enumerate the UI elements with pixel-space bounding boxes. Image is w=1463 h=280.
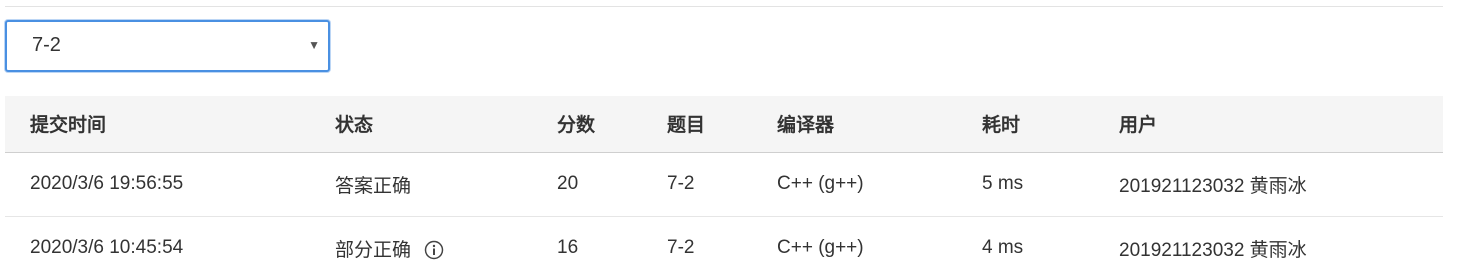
- cell-problem-link[interactable]: 7-2: [642, 152, 752, 216]
- table-row[interactable]: 2020/3/6 19:56:55 答案正确 20 7-2 C++ (g++) …: [5, 152, 1443, 216]
- cell-score[interactable]: 16: [532, 216, 642, 280]
- submissions-page: 7-2 ▼ 提交时间 状态 分数 题目 编译器 耗时 用户 2020/3/6 1…: [0, 0, 1463, 280]
- cell-compiler: C++ (g++): [777, 237, 864, 258]
- info-circle-icon[interactable]: [424, 240, 444, 260]
- table-header-row: 提交时间 状态 分数 题目 编译器 耗时 用户: [5, 96, 1443, 153]
- cell-user: 201921123032 黄雨冰: [1119, 239, 1307, 261]
- status-label[interactable]: 部分正确: [335, 240, 411, 261]
- column-header-compiler[interactable]: 编译器: [752, 96, 957, 153]
- column-header-submit-time[interactable]: 提交时间: [5, 96, 310, 153]
- table-row[interactable]: 2020/3/6 10:45:54 部分正确 16 7-2 C++ (g++) …: [5, 216, 1443, 280]
- cell-score[interactable]: 20: [532, 152, 642, 216]
- problem-select[interactable]: 7-2 ▼: [5, 20, 330, 72]
- cell-submit-time: 2020/3/6 10:45:54: [30, 237, 184, 258]
- cell-time-used: 4 ms: [982, 237, 1024, 258]
- submissions-table: 提交时间 状态 分数 题目 编译器 耗时 用户 2020/3/6 19:56:5…: [5, 96, 1443, 280]
- column-header-status[interactable]: 状态: [310, 96, 532, 153]
- divider: [5, 6, 1443, 7]
- cell-problem-link[interactable]: 7-2: [642, 216, 752, 280]
- problem-select-value: 7-2: [32, 34, 61, 56]
- cell-compiler: C++ (g++): [777, 173, 864, 194]
- cell-user: 201921123032 黄雨冰: [1119, 175, 1307, 197]
- cell-status[interactable]: 答案正确: [310, 152, 532, 216]
- status-label[interactable]: 答案正确: [335, 176, 411, 197]
- column-header-score[interactable]: 分数: [532, 96, 642, 153]
- column-header-time-used[interactable]: 耗时: [957, 96, 1094, 153]
- caret-down-icon: ▼: [308, 38, 320, 52]
- cell-submit-time: 2020/3/6 19:56:55: [30, 173, 184, 194]
- column-header-user[interactable]: 用户: [1094, 96, 1443, 153]
- cell-status[interactable]: 部分正确: [310, 216, 532, 280]
- cell-time-used: 5 ms: [982, 173, 1024, 194]
- column-header-problem[interactable]: 题目: [642, 96, 752, 153]
